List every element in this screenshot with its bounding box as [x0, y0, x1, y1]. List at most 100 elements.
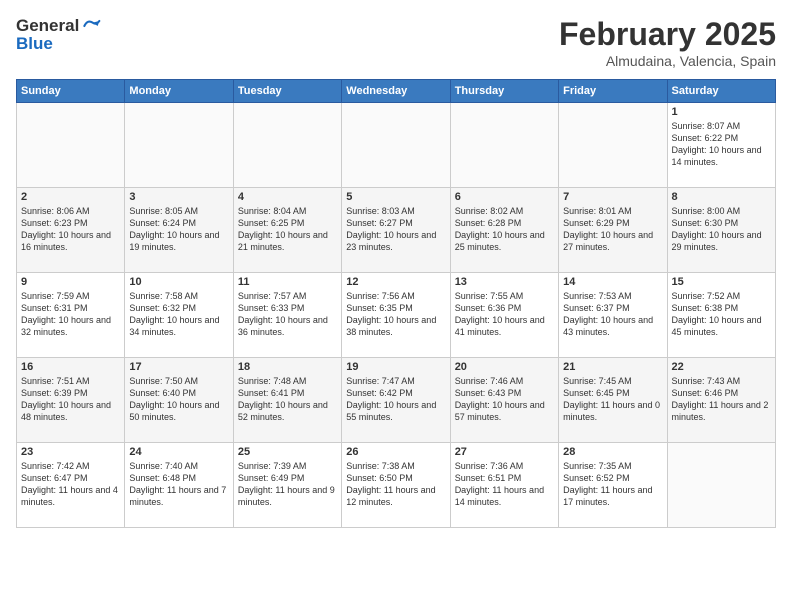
- cell-day-number: 1: [672, 106, 771, 118]
- calendar-cell: 11 Sunrise: 7:57 AM Sunset: 6:33 PM Dayli…: [233, 273, 341, 358]
- calendar-cell: 15Sunrise: 7:52 AM Sunset: 6:38 PM Dayli…: [667, 273, 775, 358]
- header-monday: Monday: [125, 80, 233, 103]
- logo: General Blue: [16, 16, 101, 54]
- cell-day-number: 2: [21, 191, 120, 203]
- calendar-cell: 9 Sunrise: 7:59 AM Sunset: 6:31 PM Daylig…: [17, 273, 125, 358]
- cell-day-info: Sunrise: 8:07 AM Sunset: 6:22 PM Dayligh…: [672, 120, 771, 169]
- cell-day-info: Sunrise: 7:55 AM Sunset: 6:36 PM Dayligh…: [455, 290, 554, 339]
- calendar-cell: [342, 103, 450, 188]
- cell-day-info: Sunrise: 7:38 AM Sunset: 6:50 PM Dayligh…: [346, 460, 445, 509]
- calendar-cell: 2 Sunrise: 8:06 AM Sunset: 6:23 PM Daylig…: [17, 188, 125, 273]
- cell-day-number: 27: [455, 446, 554, 458]
- calendar-cell: 27 Sunrise: 7:36 AM Sunset: 6:51 PM Dayli…: [450, 443, 558, 528]
- cell-day-number: 4: [238, 191, 337, 203]
- calendar-cell: [667, 443, 775, 528]
- cell-day-number: 20: [455, 361, 554, 373]
- cell-day-info: Sunrise: 7:51 AM Sunset: 6:39 PM Dayligh…: [21, 375, 120, 424]
- calendar-cell: [233, 103, 341, 188]
- cell-day-info: Sunrise: 7:58 AM Sunset: 6:32 PM Dayligh…: [129, 290, 228, 339]
- cell-day-number: 7: [563, 191, 662, 203]
- calendar-cell: [559, 103, 667, 188]
- calendar-cell: 16 Sunrise: 7:51 AM Sunset: 6:39 PM Dayli…: [17, 358, 125, 443]
- cell-day-info: Sunrise: 7:47 AM Sunset: 6:42 PM Dayligh…: [346, 375, 445, 424]
- cell-day-number: 5: [346, 191, 445, 203]
- cell-day-number: 24: [129, 446, 228, 458]
- calendar-cell: 25 Sunrise: 7:39 AM Sunset: 6:49 PM Dayli…: [233, 443, 341, 528]
- calendar-cell: 1 Sunrise: 8:07 AM Sunset: 6:22 PM Daylig…: [667, 103, 775, 188]
- cell-day-info: Sunrise: 8:02 AM Sunset: 6:28 PM Dayligh…: [455, 205, 554, 254]
- cell-day-info: Sunrise: 7:52 AM Sunset: 6:38 PM Dayligh…: [672, 290, 771, 339]
- calendar-cell: 12 Sunrise: 7:56 AM Sunset: 6:35 PM Dayli…: [342, 273, 450, 358]
- header-sunday: Sunday: [17, 80, 125, 103]
- calendar-cell: [17, 103, 125, 188]
- cell-day-info: Sunrise: 7:56 AM Sunset: 6:35 PM Dayligh…: [346, 290, 445, 339]
- cell-day-info: Sunrise: 7:48 AM Sunset: 6:41 PM Dayligh…: [238, 375, 337, 424]
- cell-day-info: Sunrise: 7:45 AM Sunset: 6:45 PM Dayligh…: [563, 375, 662, 424]
- calendar-cell: 13 Sunrise: 7:55 AM Sunset: 6:36 PM Dayli…: [450, 273, 558, 358]
- cell-day-number: 19: [346, 361, 445, 373]
- cell-day-info: Sunrise: 7:35 AM Sunset: 6:52 PM Dayligh…: [563, 460, 662, 509]
- calendar-cell: 14Sunrise: 7:53 AM Sunset: 6:37 PM Dayli…: [559, 273, 667, 358]
- cell-day-number: 6: [455, 191, 554, 203]
- calendar-cell: 3 Sunrise: 8:05 AM Sunset: 6:24 PM Daylig…: [125, 188, 233, 273]
- calendar-cell: [450, 103, 558, 188]
- cell-day-number: 16: [21, 361, 120, 373]
- calendar-week-row: 16 Sunrise: 7:51 AM Sunset: 6:39 PM Dayli…: [17, 358, 776, 443]
- cell-day-info: Sunrise: 7:36 AM Sunset: 6:51 PM Dayligh…: [455, 460, 554, 509]
- calendar-cell: 18 Sunrise: 7:48 AM Sunset: 6:41 PM Dayli…: [233, 358, 341, 443]
- cell-day-number: 13: [455, 276, 554, 288]
- cell-day-info: Sunrise: 7:42 AM Sunset: 6:47 PM Dayligh…: [21, 460, 120, 509]
- cell-day-number: 11: [238, 276, 337, 288]
- cell-day-number: 10: [129, 276, 228, 288]
- cell-day-number: 8: [672, 191, 771, 203]
- calendar-cell: 28 Sunrise: 7:35 AM Sunset: 6:52 PM Dayli…: [559, 443, 667, 528]
- calendar-cell: 10 Sunrise: 7:58 AM Sunset: 6:32 PM Dayli…: [125, 273, 233, 358]
- cell-day-number: 3: [129, 191, 228, 203]
- cell-day-number: 17: [129, 361, 228, 373]
- calendar-cell: 23 Sunrise: 7:42 AM Sunset: 6:47 PM Dayli…: [17, 443, 125, 528]
- cell-day-info: Sunrise: 8:00 AM Sunset: 6:30 PM Dayligh…: [672, 205, 771, 254]
- cell-day-info: Sunrise: 7:40 AM Sunset: 6:48 PM Dayligh…: [129, 460, 228, 509]
- cell-day-info: Sunrise: 8:06 AM Sunset: 6:23 PM Dayligh…: [21, 205, 120, 254]
- cell-day-number: 12: [346, 276, 445, 288]
- cell-day-info: Sunrise: 8:01 AM Sunset: 6:29 PM Dayligh…: [563, 205, 662, 254]
- calendar-cell: 17 Sunrise: 7:50 AM Sunset: 6:40 PM Dayli…: [125, 358, 233, 443]
- cell-day-number: 18: [238, 361, 337, 373]
- logo-general-text: General: [16, 16, 79, 36]
- cell-day-info: Sunrise: 7:50 AM Sunset: 6:40 PM Dayligh…: [129, 375, 228, 424]
- calendar-table: Sunday Monday Tuesday Wednesday Thursday…: [16, 79, 776, 528]
- cell-day-number: 22: [672, 361, 771, 373]
- month-year-title: February 2025: [559, 16, 776, 53]
- header-saturday: Saturday: [667, 80, 775, 103]
- header-thursday: Thursday: [450, 80, 558, 103]
- cell-day-number: 23: [21, 446, 120, 458]
- calendar-week-row: 2 Sunrise: 8:06 AM Sunset: 6:23 PM Daylig…: [17, 188, 776, 273]
- calendar-cell: 26 Sunrise: 7:38 AM Sunset: 6:50 PM Dayli…: [342, 443, 450, 528]
- cell-day-number: 14: [563, 276, 662, 288]
- header-friday: Friday: [559, 80, 667, 103]
- cell-day-info: Sunrise: 7:43 AM Sunset: 6:46 PM Dayligh…: [672, 375, 771, 424]
- cell-day-info: Sunrise: 8:04 AM Sunset: 6:25 PM Dayligh…: [238, 205, 337, 254]
- cell-day-number: 26: [346, 446, 445, 458]
- cell-day-info: Sunrise: 7:46 AM Sunset: 6:43 PM Dayligh…: [455, 375, 554, 424]
- calendar-cell: 4 Sunrise: 8:04 AM Sunset: 6:25 PM Daylig…: [233, 188, 341, 273]
- cell-day-number: 28: [563, 446, 662, 458]
- cell-day-info: Sunrise: 8:05 AM Sunset: 6:24 PM Dayligh…: [129, 205, 228, 254]
- header-wednesday: Wednesday: [342, 80, 450, 103]
- header: General Blue February 2025 Almudaina, Va…: [16, 16, 776, 69]
- cell-day-info: Sunrise: 7:39 AM Sunset: 6:49 PM Dayligh…: [238, 460, 337, 509]
- calendar-cell: [125, 103, 233, 188]
- calendar-cell: 8 Sunrise: 8:00 AM Sunset: 6:30 PM Daylig…: [667, 188, 775, 273]
- cell-day-info: Sunrise: 7:59 AM Sunset: 6:31 PM Dayligh…: [21, 290, 120, 339]
- calendar-cell: 21 Sunrise: 7:45 AM Sunset: 6:45 PM Dayli…: [559, 358, 667, 443]
- cell-day-number: 25: [238, 446, 337, 458]
- calendar-cell: 20 Sunrise: 7:46 AM Sunset: 6:43 PM Dayli…: [450, 358, 558, 443]
- calendar-week-row: 23 Sunrise: 7:42 AM Sunset: 6:47 PM Dayli…: [17, 443, 776, 528]
- cell-day-info: Sunrise: 7:57 AM Sunset: 6:33 PM Dayligh…: [238, 290, 337, 339]
- location-subtitle: Almudaina, Valencia, Spain: [559, 53, 776, 69]
- header-tuesday: Tuesday: [233, 80, 341, 103]
- calendar-week-row: 1 Sunrise: 8:07 AM Sunset: 6:22 PM Daylig…: [17, 103, 776, 188]
- calendar-cell: 7 Sunrise: 8:01 AM Sunset: 6:29 PM Daylig…: [559, 188, 667, 273]
- cell-day-number: 9: [21, 276, 120, 288]
- cell-day-number: 21: [563, 361, 662, 373]
